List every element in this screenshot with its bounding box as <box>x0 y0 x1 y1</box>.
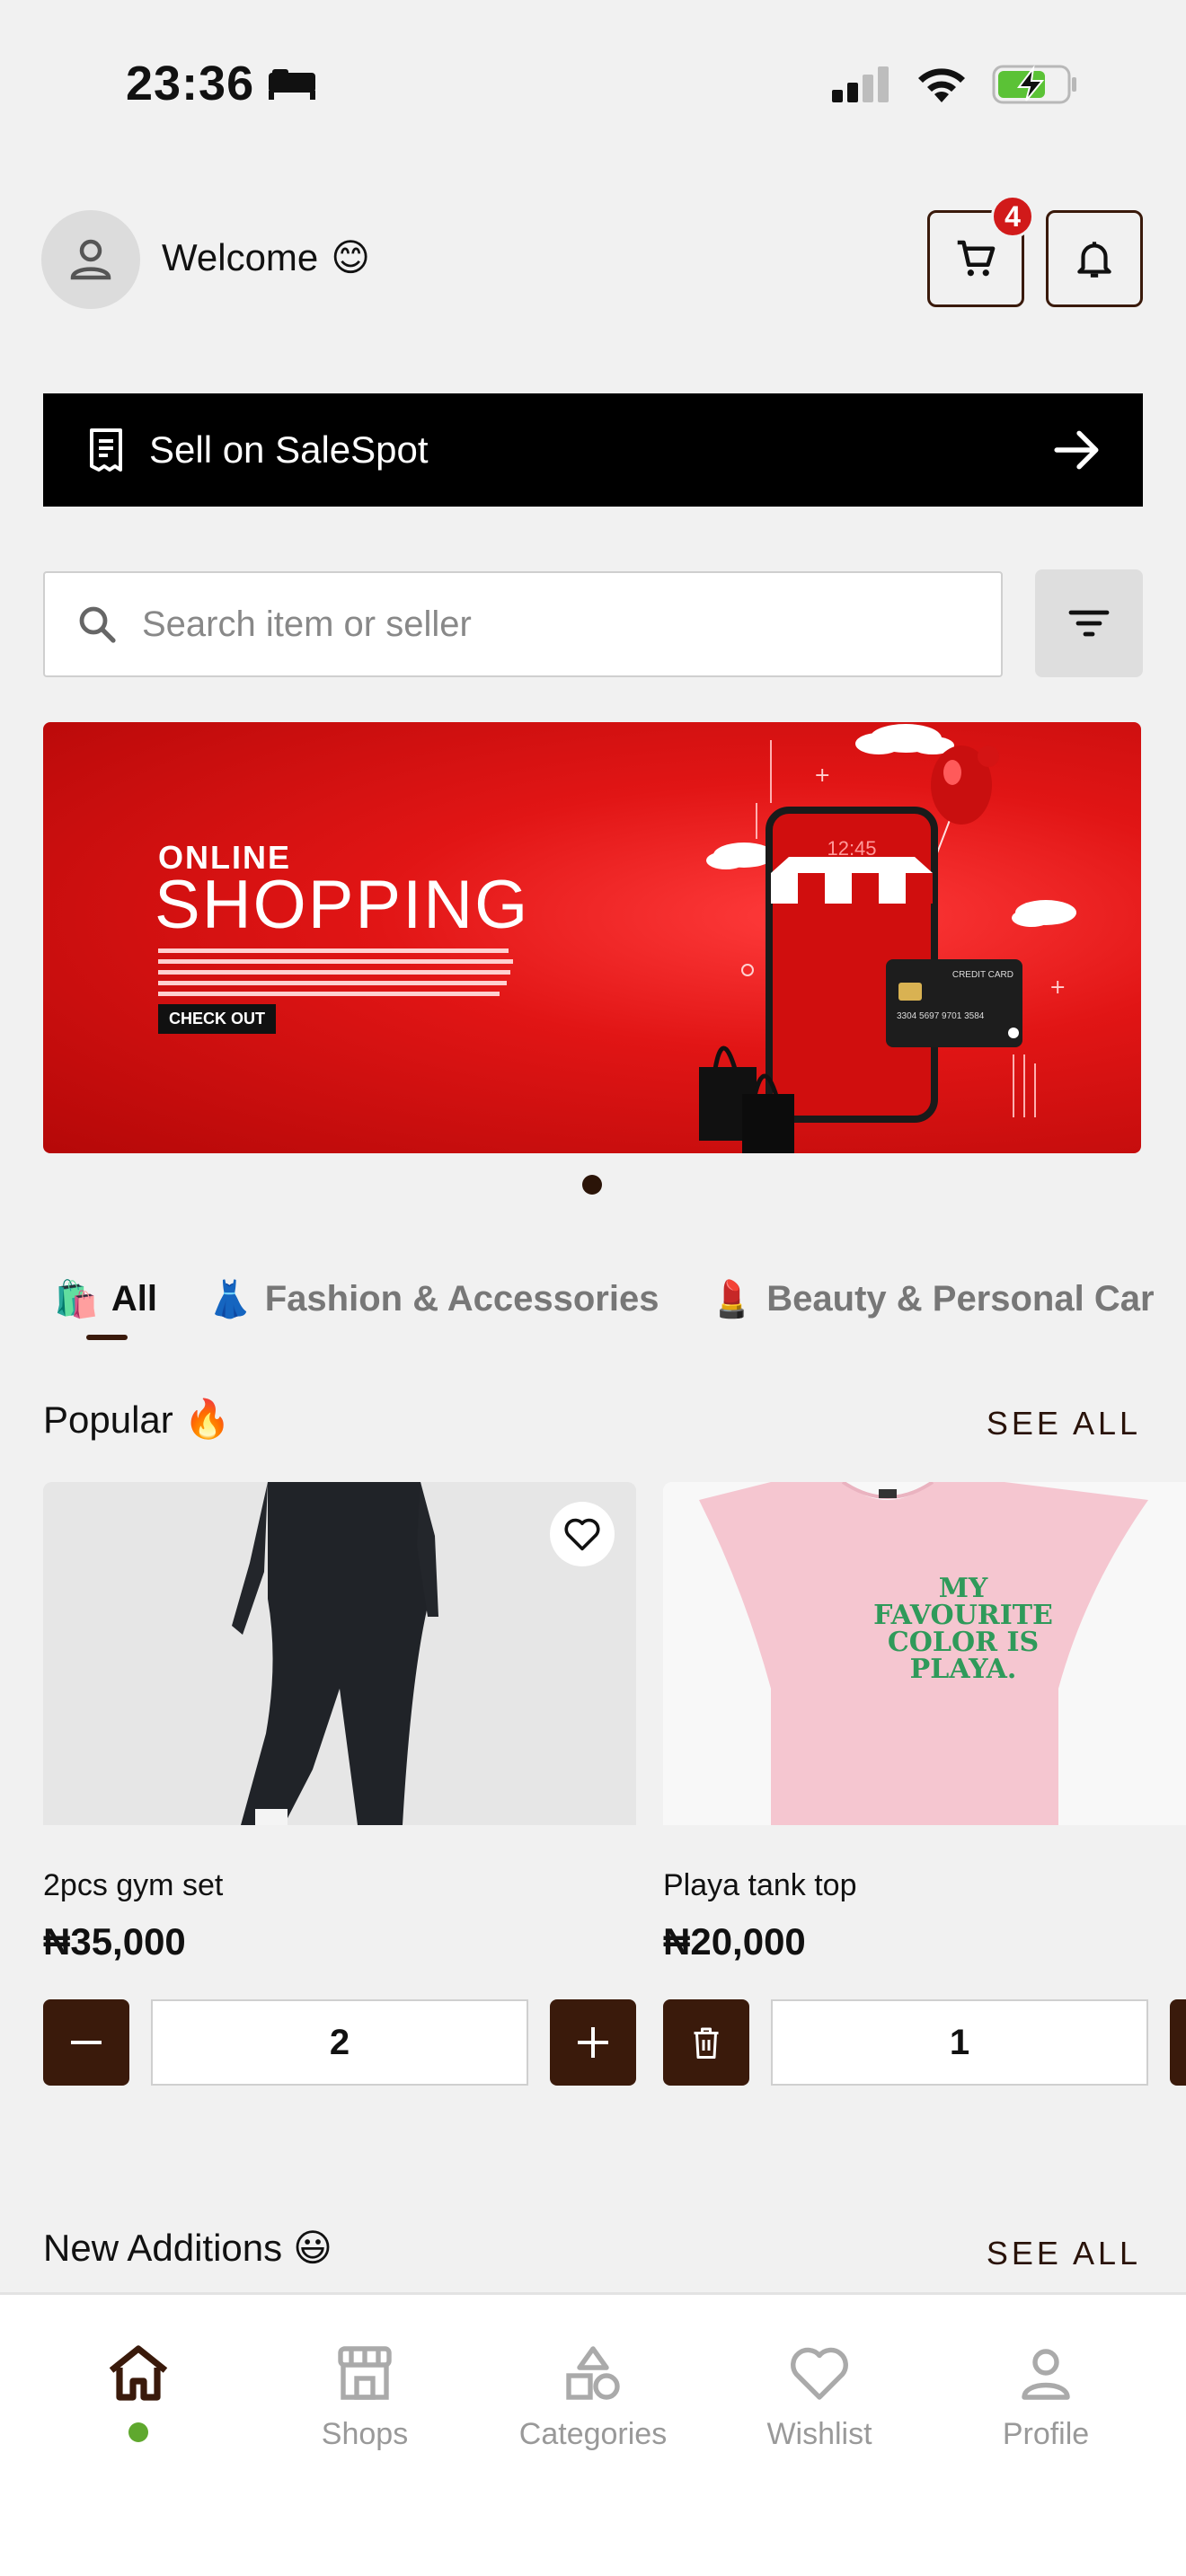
remove-from-cart-button[interactable] <box>663 1999 749 2086</box>
banner-line2: SHOPPING <box>155 867 530 943</box>
product-image-gym-set[interactable] <box>43 1482 636 1825</box>
minus-icon <box>71 2041 102 2044</box>
nav-profile[interactable]: Profile <box>956 2343 1136 2452</box>
fire-emoji: 🔥 <box>183 1398 232 1440</box>
increase-quantity-button-partial[interactable] <box>1170 1999 1186 2086</box>
tank-top-photo: MY FAVOURITE COLOR IS PLAYA. <box>663 1482 1186 1825</box>
search-input[interactable] <box>142 604 951 645</box>
wishlist-toggle[interactable] <box>550 1502 615 1566</box>
tab-label: Fashion & Accessories <box>264 1278 659 1319</box>
notifications-button[interactable] <box>1046 210 1143 307</box>
carousel-indicator-dot[interactable] <box>582 1175 602 1195</box>
sleep-mode-icon <box>269 69 316 100</box>
battery-charging-icon <box>992 65 1076 104</box>
product-name[interactable]: 2pcs gym set <box>43 1868 223 1903</box>
nav-shops[interactable]: Shops <box>275 2343 455 2452</box>
svg-text:PLAYA.: PLAYA. <box>910 1654 1017 1685</box>
bottom-navigation: Shops Categories Wishlist Profile <box>0 2292 1186 2576</box>
card-label-text: CREDIT CARD <box>952 970 1013 980</box>
search-field[interactable] <box>43 571 1003 677</box>
filter-button[interactable] <box>1035 569 1143 677</box>
promo-banner[interactable]: ONLINE SHOPPING CHECK OUT 12:45 CREDIT C… <box>43 722 1141 1153</box>
tab-label: All <box>111 1278 157 1319</box>
search-icon <box>79 606 116 643</box>
shopping-bags-emoji: 🛍️ <box>54 1279 99 1319</box>
increase-quantity-button[interactable] <box>550 1999 636 2086</box>
section-title-text: Popular <box>43 1398 173 1441</box>
arrow-right-icon <box>1054 430 1099 470</box>
new-additions-section-title: New Additions 😃 <box>43 2226 332 2270</box>
decrease-quantity-button[interactable] <box>43 1999 129 2086</box>
phone-clock-text: 12:45 <box>827 837 876 860</box>
banner-checkout-button[interactable]: CHECK OUT <box>158 1004 276 1034</box>
category-tabs: 🛍️ All 👗 Fashion & Accessories 💄 Beauty … <box>0 1245 1186 1353</box>
tab-label: Beauty & Personal Car <box>766 1278 1155 1319</box>
avatar[interactable] <box>41 210 140 309</box>
filter-icon <box>1068 610 1110 637</box>
product-image-tank-top[interactable]: MY FAVOURITE COLOR IS PLAYA. <box>663 1482 1186 1825</box>
welcome-text: Welcome <box>162 235 319 278</box>
heart-outline-icon <box>564 1518 600 1551</box>
signal-icon <box>832 66 889 102</box>
nav-wishlist[interactable]: Wishlist <box>730 2343 909 2452</box>
card-number-text: 3304 5697 9701 3584 <box>897 1011 985 1021</box>
nav-home[interactable] <box>49 2343 228 2442</box>
cart-button[interactable]: 4 <box>927 195 1034 307</box>
user-icon <box>70 239 111 280</box>
tab-beauty-personal-care[interactable]: 💄 Beauty & Personal Car <box>709 1278 1154 1320</box>
nav-label: Categories <box>518 2417 668 2451</box>
grin-emoji: 😃 <box>293 2227 332 2269</box>
nav-label: Wishlist <box>766 2417 872 2451</box>
home-icon <box>109 2345 168 2401</box>
nav-label: Profile <box>1002 2417 1090 2451</box>
product-price: ₦20,000 <box>663 1920 806 1963</box>
clock-text: 23:36 <box>126 57 255 110</box>
nav-categories[interactable]: Categories <box>503 2343 683 2452</box>
section-title-text: New Additions <box>43 2226 283 2269</box>
shop-icon <box>338 2346 392 2400</box>
nav-label: Shops <box>321 2417 409 2451</box>
bell-icon <box>1077 242 1111 278</box>
receipt-icon <box>90 428 122 472</box>
shopping-phone-illustration: 12:45 CREDIT CARD 3304 5697 9701 3584 + … <box>699 724 1076 1153</box>
product-price: ₦35,000 <box>43 1920 186 1963</box>
sell-on-salespot-button[interactable]: Sell on SaleSpot <box>43 393 1143 507</box>
welcome-greeting: Welcome 😊 <box>162 235 370 279</box>
product-name[interactable]: Playa tank top <box>663 1868 856 1903</box>
plus-icon <box>578 2027 608 2058</box>
lipstick-emoji: 💄 <box>709 1279 755 1319</box>
tab-fashion-accessories[interactable]: 👗 Fashion & Accessories <box>208 1278 659 1320</box>
status-indicators <box>830 63 1078 106</box>
tab-all[interactable]: 🛍️ All <box>54 1278 157 1340</box>
popular-section-title: Popular 🔥 <box>43 1398 231 1442</box>
gym-set-photo <box>43 1482 636 1825</box>
sell-bar-label: Sell on SaleSpot <box>149 428 429 471</box>
cart-count-badge: 4 <box>991 195 1034 238</box>
svg-text:+: + <box>1049 976 1066 999</box>
trash-icon <box>694 2027 719 2059</box>
categories-icon <box>566 2346 620 2400</box>
heart-icon <box>791 2347 848 2400</box>
quantity-field[interactable]: 1 <box>771 1999 1148 2086</box>
dress-emoji: 👗 <box>207 1279 252 1319</box>
smile-emoji: 😊 <box>331 236 371 278</box>
status-time: 23:36 <box>126 56 317 111</box>
active-indicator-dot <box>128 2422 148 2442</box>
new-additions-see-all-link[interactable]: SEE ALL <box>987 2235 1141 2272</box>
popular-see-all-link[interactable]: SEE ALL <box>987 1405 1141 1442</box>
quantity-field[interactable]: 2 <box>151 1999 528 2086</box>
banner-fine-print <box>158 948 513 996</box>
wifi-icon <box>918 68 965 102</box>
svg-text:+: + <box>814 764 830 787</box>
cart-icon <box>957 240 996 277</box>
profile-icon <box>1022 2349 1070 2400</box>
